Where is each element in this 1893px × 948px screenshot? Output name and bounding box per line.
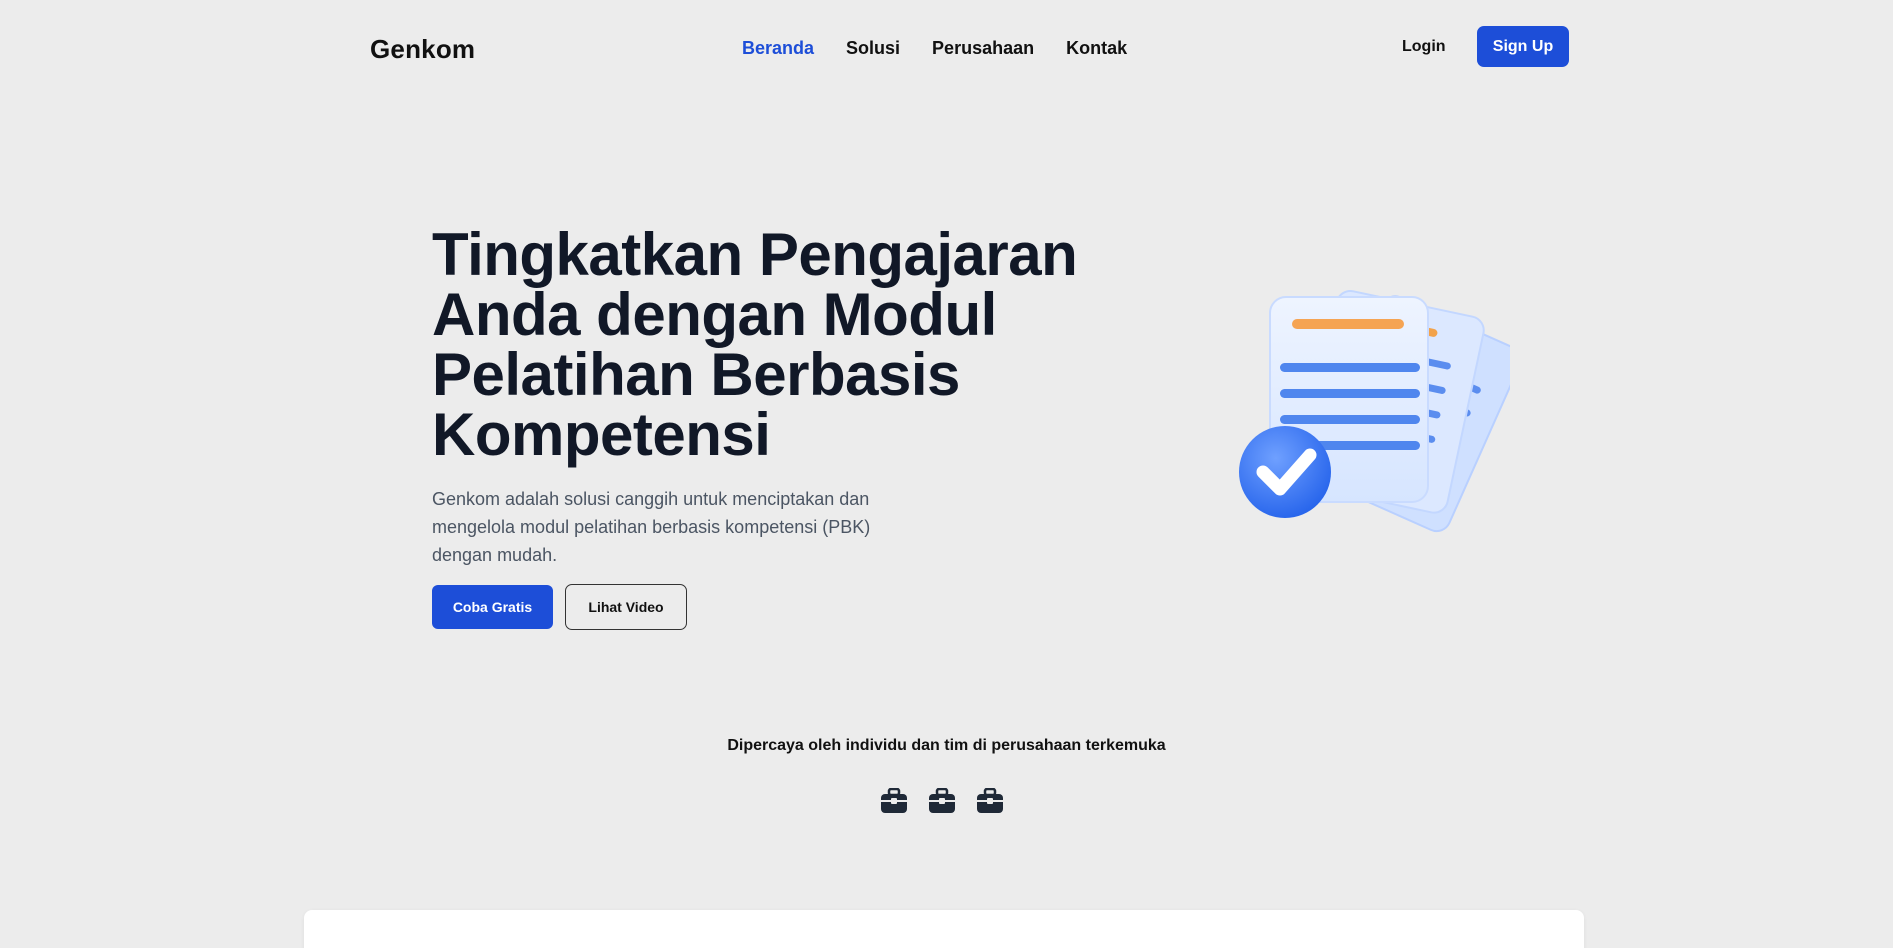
briefcase-icon — [881, 788, 907, 813]
nav-item-kontak[interactable]: Kontak — [1066, 38, 1127, 59]
top-navbar: Genkom Beranda Solusi Perusahaan Kontak … — [0, 0, 1893, 100]
watch-video-button[interactable]: Lihat Video — [565, 584, 687, 630]
signup-button[interactable]: Sign Up — [1477, 26, 1569, 67]
try-free-button[interactable]: Coba Gratis — [432, 585, 553, 629]
brand-logo[interactable]: Genkom — [370, 34, 475, 65]
briefcase-icon — [929, 788, 955, 813]
hero-title-line: Kompetensi — [432, 401, 771, 468]
content-card — [304, 910, 1584, 948]
documents-check-icon — [1230, 285, 1522, 575]
login-link[interactable]: Login — [1402, 38, 1446, 56]
landing-page: Genkom Beranda Solusi Perusahaan Kontak … — [0, 0, 1893, 948]
nav-item-perusahaan[interactable]: Perusahaan — [932, 38, 1034, 59]
partner-logos — [880, 788, 1004, 814]
trust-statement: Dipercaya oleh individu dan tim di perus… — [727, 737, 1166, 754]
main-menu: Beranda Solusi Perusahaan Kontak — [742, 38, 1159, 59]
hero-description: Genkom adalah solusi canggih untuk menci… — [432, 489, 871, 565]
nav-item-solusi[interactable]: Solusi — [846, 38, 900, 59]
briefcase-icon — [977, 788, 1003, 813]
hero-title-line: Pelatihan Berbasis — [432, 341, 960, 408]
hero-title: Tingkatkan Pengajaran Anda dengan Modul … — [432, 225, 1152, 465]
nav-item-beranda[interactable]: Beranda — [742, 38, 814, 59]
hero-title-line: Anda dengan Modul — [432, 281, 997, 348]
hero-title-line: Tingkatkan Pengajaran — [432, 221, 1078, 288]
